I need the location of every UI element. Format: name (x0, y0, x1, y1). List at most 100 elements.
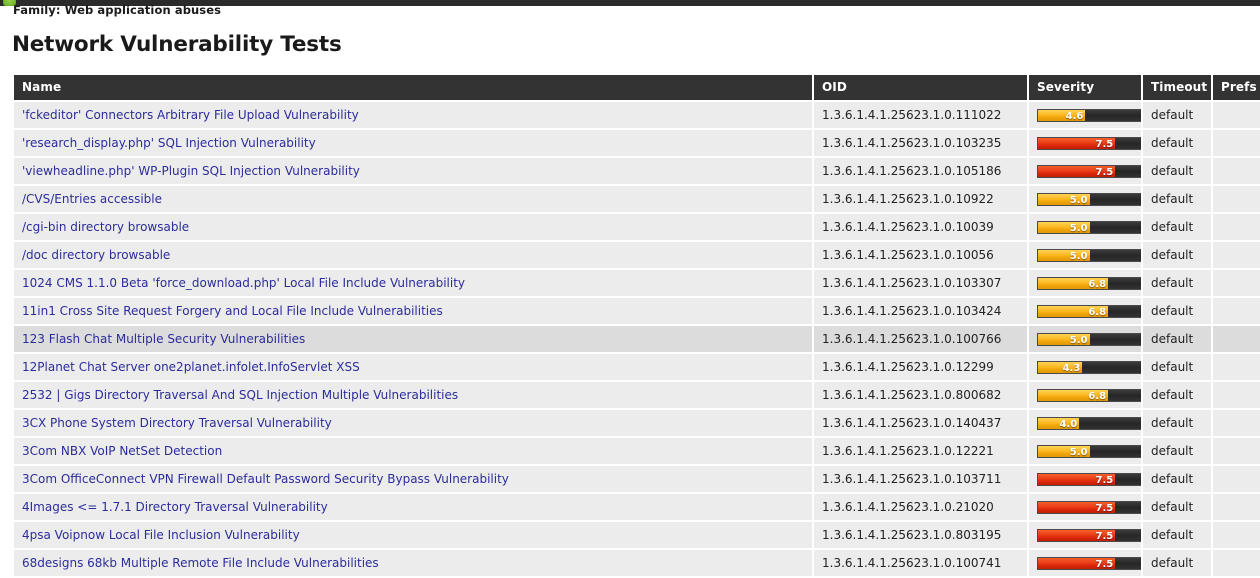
table-row[interactable]: /cgi-bin directory browsable 1.3.6.1.4.1.… (14, 214, 1260, 240)
table-row[interactable]: 1024 CMS 1.1.0 Beta 'force_download.php'… (14, 270, 1260, 296)
nvt-name-link[interactable]: 'fckeditor' Connectors Arbitrary File Up… (22, 108, 359, 122)
severity-value: 4.3 (1062, 362, 1081, 374)
cell-oid: 1.3.6.1.4.1.25623.1.0.103235 (814, 130, 1029, 156)
column-header-name[interactable]: Name (14, 75, 814, 100)
nvt-name-link[interactable]: 4Images <= 1.7.1 Directory Traversal Vul… (22, 500, 328, 514)
cell-name: 123 Flash Chat Multiple Security Vulnera… (14, 326, 814, 352)
cell-name: 4psa Voipnow Local File Inclusion Vulner… (14, 522, 814, 548)
cell-severity: 7.5 (1029, 466, 1143, 492)
cell-timeout: default (1143, 466, 1213, 492)
table-row[interactable]: 3Com OfficeConnect VPN Firewall Default … (14, 466, 1260, 492)
cell-severity: 7.5 (1029, 522, 1143, 548)
severity-value: 7.5 (1095, 530, 1114, 542)
nvt-name-link[interactable]: 123 Flash Chat Multiple Security Vulnera… (22, 332, 305, 346)
table-row[interactable]: 2532 | Gigs Directory Traversal And SQL … (14, 382, 1260, 408)
cell-prefs (1213, 382, 1260, 408)
nvt-name-link[interactable]: /CVS/Entries accessible (22, 192, 162, 206)
severity-bar: 5.0 (1037, 192, 1141, 206)
table-row[interactable]: 4Images <= 1.7.1 Directory Traversal Vul… (14, 494, 1260, 520)
table-row[interactable]: 'research_display.php' SQL Injection Vul… (14, 130, 1260, 156)
cell-prefs (1213, 102, 1260, 128)
severity-value: 7.5 (1095, 474, 1114, 486)
cell-oid: 1.3.6.1.4.1.25623.1.0.103711 (814, 466, 1029, 492)
cell-severity: 4.3 (1029, 354, 1143, 380)
cell-severity: 5.0 (1029, 326, 1143, 352)
nvt-name-link[interactable]: 2532 | Gigs Directory Traversal And SQL … (22, 388, 458, 402)
cell-prefs (1213, 550, 1260, 576)
cell-timeout: default (1143, 326, 1213, 352)
severity-bar: 5.0 (1037, 332, 1141, 346)
severity-value: 6.8 (1088, 390, 1107, 402)
table-row[interactable]: 3Com NBX VoIP NetSet Detection 1.3.6.1.4.… (14, 438, 1260, 464)
severity-bar: 5.0 (1037, 220, 1141, 234)
cell-prefs (1213, 494, 1260, 520)
cell-timeout: default (1143, 410, 1213, 436)
severity-bar: 5.0 (1037, 248, 1141, 262)
nvt-name-link[interactable]: 3Com OfficeConnect VPN Firewall Default … (22, 472, 509, 486)
nvt-name-link[interactable]: /cgi-bin directory browsable (22, 220, 189, 234)
cell-oid: 1.3.6.1.4.1.25623.1.0.10039 (814, 214, 1029, 240)
nvt-name-link[interactable]: 1024 CMS 1.1.0 Beta 'force_download.php'… (22, 276, 465, 290)
nvt-name-link[interactable]: 3Com NBX VoIP NetSet Detection (22, 444, 222, 458)
table-header-row: Name OID Severity Timeout Prefs (14, 75, 1260, 100)
cell-name: /doc directory browsable (14, 242, 814, 268)
cell-timeout: default (1143, 102, 1213, 128)
severity-bar: 4.0 (1037, 416, 1141, 430)
cell-timeout: default (1143, 522, 1213, 548)
cell-timeout: default (1143, 242, 1213, 268)
column-header-severity[interactable]: Severity (1029, 75, 1143, 100)
column-header-timeout[interactable]: Timeout (1143, 75, 1213, 100)
cell-oid: 1.3.6.1.4.1.25623.1.0.140437 (814, 410, 1029, 436)
cell-oid: 1.3.6.1.4.1.25623.1.0.800682 (814, 382, 1029, 408)
cell-prefs (1213, 270, 1260, 296)
nvt-name-link[interactable]: 12Planet Chat Server one2planet.infolet.… (22, 360, 360, 374)
cell-oid: 1.3.6.1.4.1.25623.1.0.10056 (814, 242, 1029, 268)
table-row[interactable]: /CVS/Entries accessible 1.3.6.1.4.1.25623… (14, 186, 1260, 212)
table-row[interactable]: 4psa Voipnow Local File Inclusion Vulner… (14, 522, 1260, 548)
cell-timeout: default (1143, 354, 1213, 380)
cell-oid: 1.3.6.1.4.1.25623.1.0.100766 (814, 326, 1029, 352)
severity-value: 6.8 (1088, 306, 1107, 318)
cell-severity: 7.5 (1029, 494, 1143, 520)
cell-timeout: default (1143, 550, 1213, 576)
cell-severity: 5.0 (1029, 186, 1143, 212)
cell-name: /cgi-bin directory browsable (14, 214, 814, 240)
nvt-name-link[interactable]: 'research_display.php' SQL Injection Vul… (22, 136, 316, 150)
nvt-name-link[interactable]: 'viewheadline.php' WP-Plugin SQL Injecti… (22, 164, 360, 178)
cell-timeout: default (1143, 186, 1213, 212)
table-row[interactable]: 11in1 Cross Site Request Forgery and Loc… (14, 298, 1260, 324)
nvt-name-link[interactable]: 4psa Voipnow Local File Inclusion Vulner… (22, 528, 300, 542)
severity-bar: 7.5 (1037, 528, 1141, 542)
cell-timeout: default (1143, 158, 1213, 184)
table-row[interactable]: 3CX Phone System Directory Traversal Vul… (14, 410, 1260, 436)
nvt-name-link[interactable]: /doc directory browsable (22, 248, 170, 262)
table-row[interactable]: 123 Flash Chat Multiple Security Vulnera… (14, 326, 1260, 352)
cell-name: 1024 CMS 1.1.0 Beta 'force_download.php'… (14, 270, 814, 296)
severity-bar: 7.5 (1037, 472, 1141, 486)
cell-oid: 1.3.6.1.4.1.25623.1.0.12221 (814, 438, 1029, 464)
table-row[interactable]: 68designs 68kb Multiple Remote File Incl… (14, 550, 1260, 576)
cell-name: 'research_display.php' SQL Injection Vul… (14, 130, 814, 156)
cell-timeout: default (1143, 494, 1213, 520)
severity-bar: 6.8 (1037, 304, 1141, 318)
table-row[interactable]: /doc directory browsable 1.3.6.1.4.1.2562… (14, 242, 1260, 268)
table-row[interactable]: 'fckeditor' Connectors Arbitrary File Up… (14, 102, 1260, 128)
nvt-table-container: Name OID Severity Timeout Prefs 'fckedit… (14, 73, 1260, 578)
table-row[interactable]: 12Planet Chat Server one2planet.infolet.… (14, 354, 1260, 380)
table-row[interactable]: 'viewheadline.php' WP-Plugin SQL Injecti… (14, 158, 1260, 184)
cell-prefs (1213, 130, 1260, 156)
cell-oid: 1.3.6.1.4.1.25623.1.0.100741 (814, 550, 1029, 576)
column-header-prefs[interactable]: Prefs (1213, 75, 1260, 100)
cell-timeout: default (1143, 382, 1213, 408)
column-header-oid[interactable]: OID (814, 75, 1029, 100)
cell-prefs (1213, 214, 1260, 240)
cell-name: /CVS/Entries accessible (14, 186, 814, 212)
severity-bar: 5.0 (1037, 444, 1141, 458)
severity-value: 7.5 (1095, 138, 1114, 150)
nvt-name-link[interactable]: 11in1 Cross Site Request Forgery and Loc… (22, 304, 443, 318)
severity-bar: 7.5 (1037, 556, 1141, 570)
nvt-name-link[interactable]: 68designs 68kb Multiple Remote File Incl… (22, 556, 379, 570)
nvt-name-link[interactable]: 3CX Phone System Directory Traversal Vul… (22, 416, 332, 430)
cell-severity: 5.0 (1029, 438, 1143, 464)
cell-oid: 1.3.6.1.4.1.25623.1.0.103307 (814, 270, 1029, 296)
